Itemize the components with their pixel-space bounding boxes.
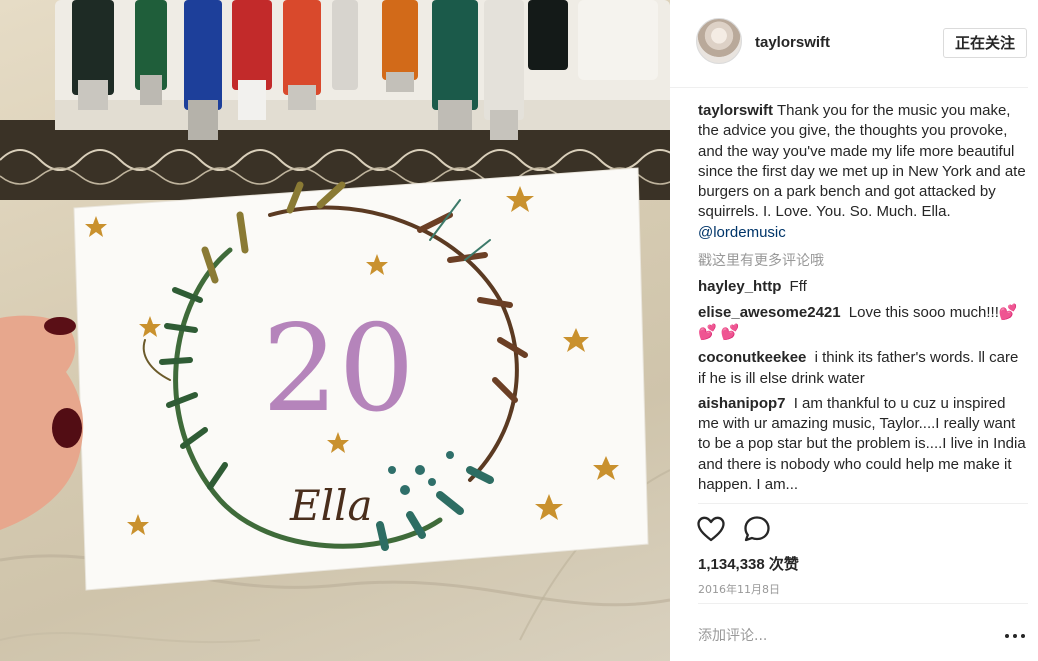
comment-username[interactable]: aishanipop7 xyxy=(698,395,786,412)
author-avatar[interactable] xyxy=(696,18,742,64)
photo-illustration: 20 Ella xyxy=(0,0,670,644)
comments-list[interactable]: taylorswift Thank you for the music you m… xyxy=(698,101,1028,503)
comment-username[interactable]: hayley_http xyxy=(698,278,781,295)
card-number-text: 20 xyxy=(262,300,415,439)
more-options-button[interactable] xyxy=(1004,626,1026,646)
caption-username[interactable]: taylorswift xyxy=(698,102,773,119)
comment-item: aishanipop7 I am thankful to u cuz u ins… xyxy=(698,394,1028,495)
comment-item: elise_awesome2421 Love this sooo much!!!… xyxy=(698,303,1028,344)
comment-input-divider xyxy=(698,603,1028,604)
add-comment-input[interactable] xyxy=(698,624,988,648)
likes-number: 1,134,338 xyxy=(698,556,765,573)
comment-button[interactable] xyxy=(742,514,772,544)
caption: taylorswift Thank you for the music you m… xyxy=(698,101,1028,243)
caption-mention-link[interactable]: @lordemusic xyxy=(698,224,786,241)
ellipsis-icon xyxy=(1013,634,1017,638)
comment-text: Fff xyxy=(789,278,807,296)
comment-item: coconutkeekee i think its father's words… xyxy=(698,348,1028,389)
heart-outline-icon xyxy=(697,516,725,542)
post-header: taylorswift 正在关注 xyxy=(670,0,1028,88)
comment-item: hayley_http Fff xyxy=(698,277,1028,297)
load-more-comments-link[interactable]: 戳这里有更多评论哦 xyxy=(698,251,1028,271)
likes-count[interactable]: 1,134,338 次赞 xyxy=(698,553,799,574)
actions-divider xyxy=(698,503,1028,504)
author-username[interactable]: taylorswift xyxy=(755,34,830,51)
card-signature-text: Ella xyxy=(289,481,373,530)
ellipsis-icon xyxy=(1021,634,1025,638)
post-detail-panel: taylorswift 正在关注 taylorswift Thank you fo… xyxy=(670,0,1038,661)
caption-text: Thank you for the music you make, the ad… xyxy=(698,102,1026,221)
like-button[interactable] xyxy=(696,514,726,544)
post-date[interactable]: 2016年11月8日 xyxy=(698,581,780,597)
likes-unit: 次赞 xyxy=(768,555,799,573)
ellipsis-icon xyxy=(1005,634,1009,638)
comment-username[interactable]: coconutkeekee xyxy=(698,349,806,366)
comment-username[interactable]: elise_awesome2421 xyxy=(698,304,841,321)
following-button[interactable]: 正在关注 xyxy=(943,28,1027,58)
post-photo[interactable]: 20 Ella xyxy=(0,0,670,661)
speech-bubble-icon xyxy=(744,516,770,542)
